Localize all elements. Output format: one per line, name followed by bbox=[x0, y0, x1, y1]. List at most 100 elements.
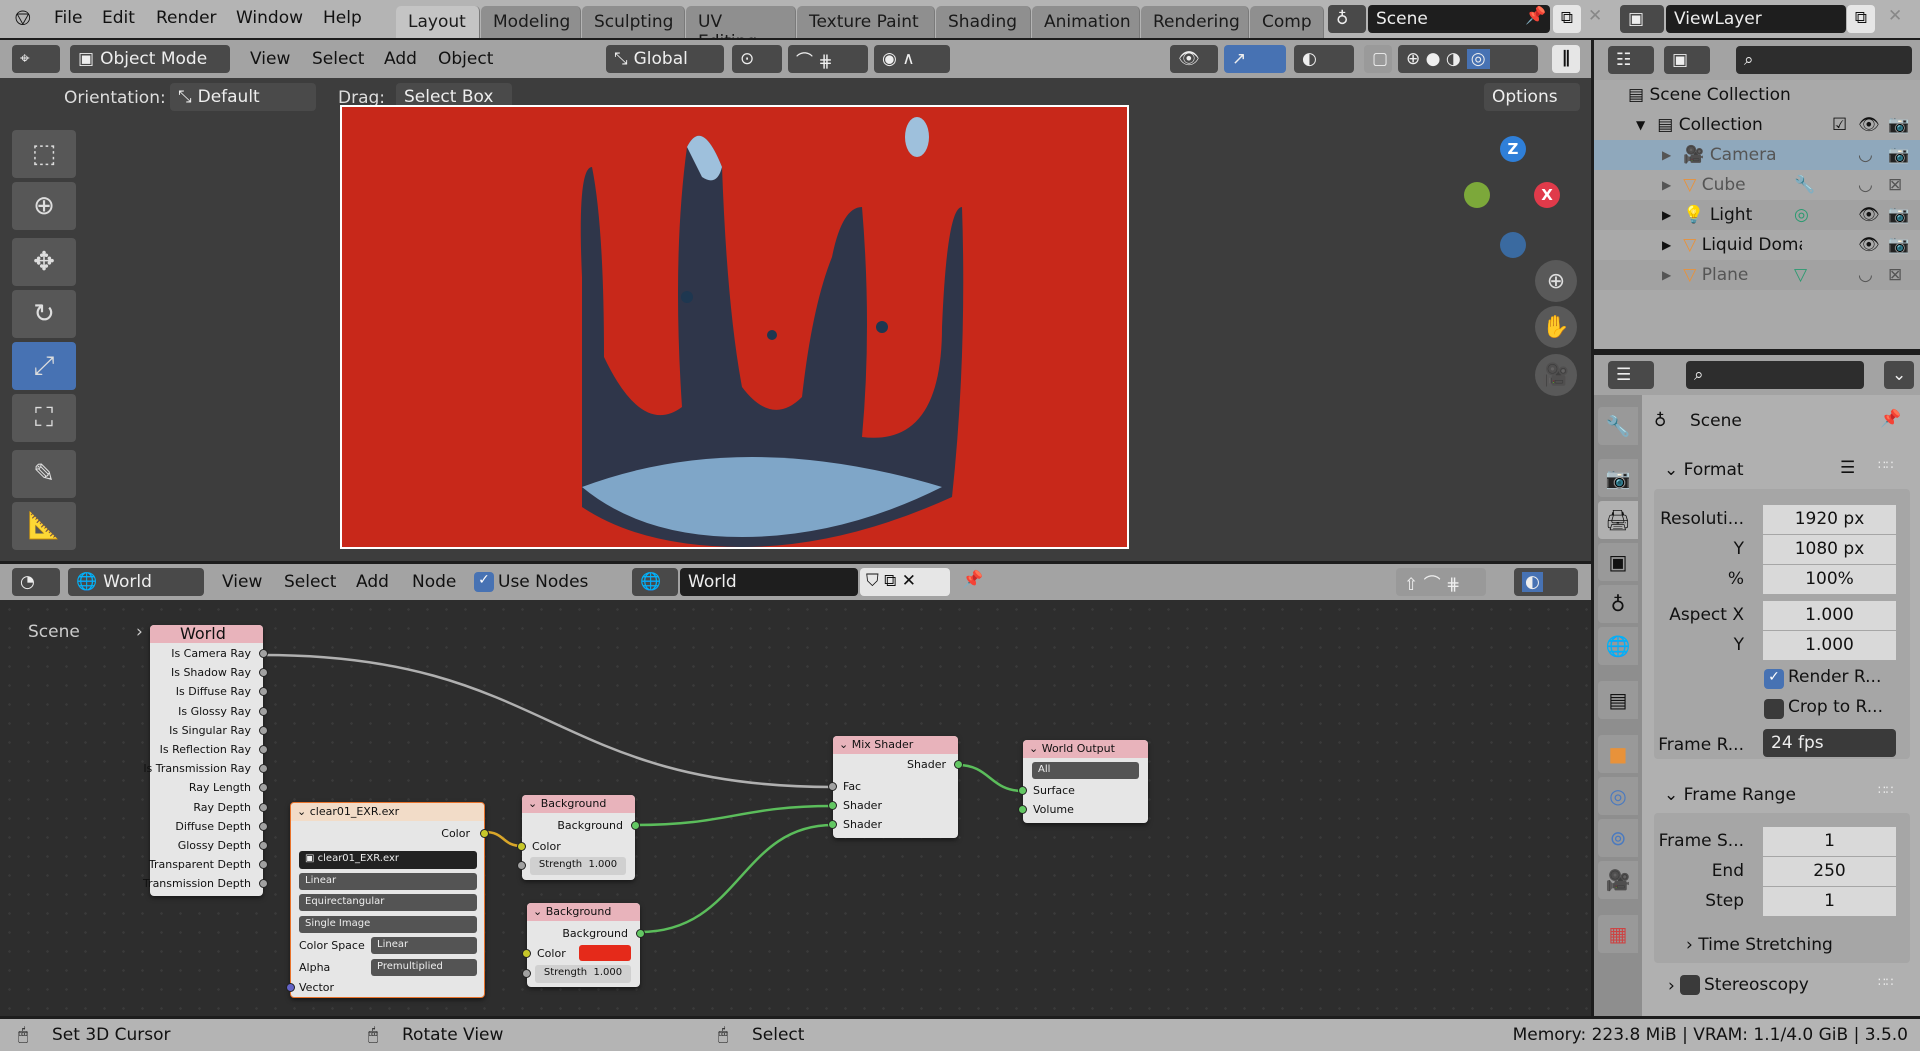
tab-uv-editing[interactable]: UV Editing bbox=[686, 6, 796, 52]
pin-icon[interactable]: 📌 bbox=[1880, 409, 1901, 429]
transform-tool[interactable]: ⛶ bbox=[12, 394, 76, 442]
alpha-dropdown[interactable]: Premultiplied bbox=[371, 959, 477, 976]
presets-icon[interactable]: ☰ bbox=[1840, 458, 1855, 478]
light-data-icon[interactable]: ◎ bbox=[1794, 205, 1809, 225]
bg1-color-socket[interactable] bbox=[517, 842, 526, 851]
camera-render-icon[interactable]: 📷 bbox=[1888, 205, 1909, 225]
cursor-tool[interactable]: ⊕ bbox=[12, 182, 76, 230]
delete-scene-icon[interactable]: ✕ bbox=[1588, 6, 1602, 26]
pin-icon[interactable]: 📌 bbox=[962, 570, 983, 590]
world-name-field[interactable]: World bbox=[680, 568, 858, 596]
eye-icon[interactable]: 👁 bbox=[1858, 115, 1880, 135]
expand-icon[interactable]: ▶ bbox=[1662, 178, 1671, 192]
camera-render-icon[interactable]: 📷 bbox=[1888, 235, 1909, 255]
tab-modeling[interactable]: Modeling bbox=[481, 6, 581, 38]
shading-mode-group[interactable]: ⊕ ● ◑ ◎ bbox=[1398, 45, 1538, 73]
bg2-color-swatch[interactable] bbox=[579, 945, 631, 961]
gizmo-z-axis[interactable]: Z bbox=[1500, 136, 1526, 162]
bg2-color-socket[interactable] bbox=[522, 949, 531, 958]
expand-icon[interactable]: ▶ bbox=[1662, 148, 1671, 162]
bg2-strength-socket[interactable] bbox=[522, 969, 531, 978]
format-panel-header[interactable]: ⌄ Format bbox=[1664, 460, 1744, 480]
duplicate-icon[interactable]: ⧉ bbox=[884, 571, 896, 591]
drag-handle-icon[interactable]: ∷∷ bbox=[1878, 783, 1893, 797]
light-path-output-socket[interactable] bbox=[259, 802, 268, 812]
drag-handle-icon[interactable]: ∷∷ bbox=[1878, 458, 1893, 472]
node-editor-type-icon[interactable]: ◔ bbox=[12, 568, 60, 596]
world-browse-icon[interactable]: 🌐 bbox=[632, 568, 678, 596]
visibility-icon[interactable]: 👁 bbox=[1170, 45, 1218, 73]
camera-render-icon[interactable]: 📷 bbox=[1888, 115, 1909, 135]
rendered-shading-icon[interactable]: ◎ bbox=[1466, 49, 1490, 69]
image-color-socket[interactable] bbox=[480, 829, 489, 838]
scene-icon[interactable]: ♁ bbox=[1328, 5, 1366, 33]
render-disabled-icon[interactable]: ⊠ bbox=[1888, 175, 1902, 195]
mix-shader-node[interactable]: ⌄ Mix Shader Shader Fac Shader Shader bbox=[828, 736, 963, 838]
menu-window[interactable]: Window bbox=[236, 8, 303, 28]
frame-rate-dropdown[interactable]: 24 fps bbox=[1763, 729, 1896, 757]
surface-socket[interactable] bbox=[1018, 786, 1027, 795]
properties-options-icon[interactable]: ⌄ bbox=[1884, 361, 1914, 389]
format-row-value[interactable]: 1080 px bbox=[1763, 535, 1896, 564]
format-row-value[interactable]: 1.000 bbox=[1763, 631, 1896, 660]
proportional-edit-icon[interactable]: ◉ ∧ bbox=[874, 45, 950, 73]
mode-selector[interactable]: ▣ Object Mode bbox=[70, 45, 230, 73]
pan-hand-icon[interactable]: ✋ bbox=[1535, 306, 1577, 348]
tab-rendering[interactable]: Rendering bbox=[1141, 6, 1249, 38]
expand-icon[interactable]: ▶ bbox=[1662, 238, 1671, 252]
bg1-strength-field[interactable]: Strength 1.000 bbox=[530, 857, 626, 875]
menu-add[interactable]: Add bbox=[384, 49, 417, 69]
bg2-output-socket[interactable] bbox=[636, 929, 645, 938]
expand-icon[interactable]: ▶ bbox=[1662, 268, 1671, 282]
outliner-item[interactable]: ▶ 💡 Light ◎ 👁 📷 bbox=[1594, 200, 1920, 230]
exclude-checkbox[interactable]: ☑ bbox=[1832, 115, 1847, 135]
scene-collection-row[interactable]: ▤ Scene Collection bbox=[1594, 80, 1920, 110]
light-path-output-socket[interactable] bbox=[259, 745, 268, 754]
scene-selector[interactable]: Scene bbox=[1368, 5, 1550, 33]
outliner-display-mode-icon[interactable]: ☷ bbox=[1608, 46, 1654, 74]
volume-socket[interactable] bbox=[1018, 805, 1027, 814]
overlay-icon[interactable]: ◐ bbox=[1294, 45, 1354, 73]
render-tab-icon[interactable]: 📷 bbox=[1598, 459, 1638, 497]
source-dropdown[interactable]: Single Image bbox=[299, 916, 477, 933]
light-path-output-socket[interactable] bbox=[259, 821, 268, 831]
properties-editor-type-icon[interactable]: ☰ bbox=[1608, 361, 1654, 389]
environment-texture-node[interactable]: ⌄ clear01_EXR.exr Color ▣ clear01_EXR.ex… bbox=[286, 802, 489, 998]
view-layer-filter-icon[interactable]: ▣ bbox=[1664, 46, 1710, 74]
gizmo-y-axis[interactable] bbox=[1464, 182, 1490, 208]
node-menu-view[interactable]: View bbox=[222, 572, 262, 592]
camera-view-icon[interactable]: 🎥 bbox=[1535, 354, 1577, 396]
snap-icon[interactable]: ⌒ ⋕ bbox=[788, 45, 868, 73]
unlink-icon[interactable]: ✕ bbox=[902, 571, 916, 591]
light-path-output-socket[interactable] bbox=[259, 649, 268, 658]
frame-range-row-value[interactable]: 1 bbox=[1763, 827, 1896, 856]
bg2-strength-field[interactable]: Strength 1.000 bbox=[535, 965, 631, 983]
view-layer-icon[interactable]: ▣ bbox=[1620, 5, 1664, 33]
node-tools-group[interactable]: ⇧ ⌒ ⋕ bbox=[1396, 568, 1486, 596]
light-path-output-socket[interactable] bbox=[259, 841, 268, 850]
pause-render-icon[interactable]: ∥ bbox=[1552, 45, 1580, 73]
use-nodes-checkbox[interactable]: ✓ bbox=[474, 572, 494, 592]
outliner-item[interactable]: ▶ ▽ Plane ▽ ◡ ⊠ bbox=[1594, 260, 1920, 290]
menu-select[interactable]: Select bbox=[312, 49, 364, 69]
frame-range-row-value[interactable]: 1 bbox=[1763, 887, 1896, 916]
new-scene-icon[interactable]: ⧉ bbox=[1553, 5, 1581, 33]
tab-shading[interactable]: Shading bbox=[936, 6, 1031, 38]
bg1-strength-socket[interactable] bbox=[517, 861, 526, 870]
node-overlay-icon[interactable]: ◐ bbox=[1514, 568, 1578, 596]
scale-tool[interactable]: ⤢ bbox=[12, 342, 76, 390]
node-editor-canvas[interactable]: Scene › World Is Camera Ray Is Shadow Ray… bbox=[0, 600, 1591, 1016]
properties-search-input[interactable]: ⌕ bbox=[1686, 361, 1864, 389]
rotate-tool[interactable]: ↻ bbox=[12, 290, 76, 338]
light-path-node[interactable]: World Is Camera Ray Is Shadow Ray Is Diffu… bbox=[143, 625, 268, 896]
color-space-dropdown[interactable]: Linear bbox=[371, 937, 477, 954]
world-output-node[interactable]: ⌄ World Output All Surface Volume bbox=[1018, 740, 1148, 823]
format-row-value[interactable]: 1.000 bbox=[1763, 601, 1896, 630]
tool-tab-icon[interactable]: 🔧 bbox=[1598, 407, 1638, 445]
stereoscopy-checkbox[interactable] bbox=[1680, 975, 1700, 995]
pivot-icon[interactable]: ⊙ bbox=[732, 45, 782, 73]
tab-sculpting[interactable]: Sculpting bbox=[582, 6, 685, 38]
render-region-checkbox[interactable]: ✓ bbox=[1764, 669, 1784, 689]
image-datablock-field[interactable]: ▣ clear01_EXR.exr bbox=[299, 851, 477, 869]
measure-tool[interactable]: 📐 bbox=[12, 502, 76, 550]
